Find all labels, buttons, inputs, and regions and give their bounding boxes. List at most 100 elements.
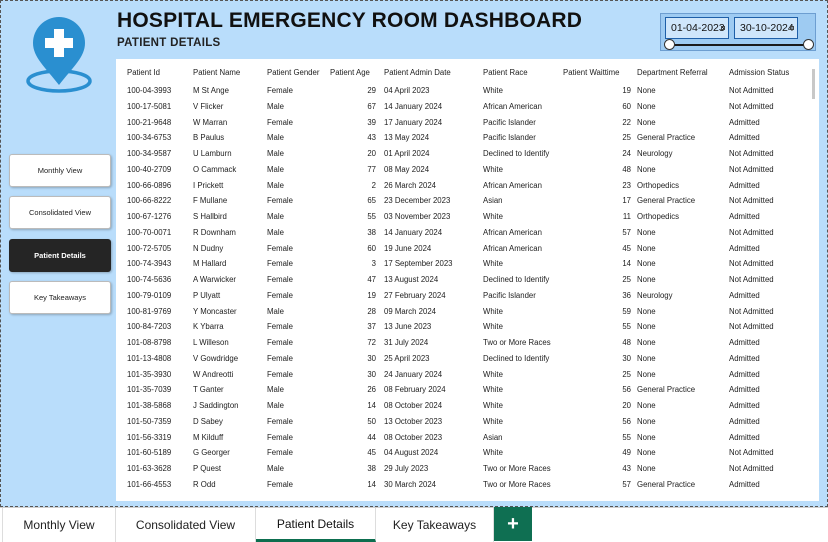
table-row[interactable]: 100-34-9587 U Lamburn Male 20 01 April 2024 D… (116, 148, 806, 164)
cell-admin-date: 03 November 2023 (384, 212, 451, 221)
cell-admin-date: 08 October 2024 (384, 401, 443, 410)
cell-admin-date: 13 August 2024 (384, 275, 439, 284)
cell-race: Pacific Islander (483, 290, 536, 300)
cell-patient-id: 101-35-3930 (127, 369, 172, 379)
table-row[interactable]: 101-38-5868 J Saddington Male 14 08 October … (116, 400, 806, 416)
table-row[interactable]: 100-66-0896 I Prickett Male 2 26 March 2024 A… (116, 180, 806, 196)
cell-race: White (483, 212, 503, 221)
nav-consolidated-view-button[interactable]: Consolidated View (9, 196, 111, 229)
table-row[interactable]: 100-66-8222 F Mullane Female 65 23 December … (116, 195, 806, 211)
calendar-icon[interactable] (790, 26, 794, 30)
cell-admission-status: Not Admitted (729, 322, 774, 332)
col-department-referral[interactable]: Department Referral (637, 68, 708, 77)
cell-admission-status: Admitted (729, 243, 760, 253)
cell-patient-id: 100-34-6753 (127, 133, 172, 143)
col-admission-status[interactable]: Admission Status (729, 68, 789, 77)
cell-department: None (637, 275, 656, 284)
add-page-button[interactable]: + (494, 507, 532, 541)
table-row[interactable]: 100-40-2709 O Cammack Male 77 08 May 2024 Whi… (116, 164, 806, 180)
calendar-icon[interactable] (721, 26, 725, 30)
col-admin-date[interactable]: Patient Admin Date (384, 68, 451, 77)
date-slider-track[interactable] (669, 44, 809, 46)
table-row[interactable]: 100-34-6753 B Paulus Male 43 13 May 2024 Paci… (116, 132, 806, 148)
nav-key-takeaways-button[interactable]: Key Takeaways (9, 281, 111, 314)
table-row[interactable]: 100-04-3993 M St Ange Female 29 04 April 202… (116, 85, 806, 101)
tab-monthly-view[interactable]: Monthly View (2, 508, 116, 542)
table-row[interactable]: 100-21-9648 W Marran Female 39 17 January 20… (116, 117, 806, 133)
table-row[interactable]: 100-81-9769 Y Moncaster Male 28 09 March 202… (116, 306, 806, 322)
end-date-value: 30-10-2024 (740, 22, 794, 34)
table-row[interactable]: 100-70-0071 R Downham Male 38 14 January 202… (116, 227, 806, 243)
start-date-value: 01-04-2023 (671, 22, 725, 34)
table-scrollbar[interactable] (812, 69, 815, 99)
cell-patient-name: V Flicker (193, 101, 224, 111)
cell-age: 50 (367, 416, 376, 426)
col-patient-gender[interactable]: Patient Gender (267, 68, 319, 77)
cell-admin-date: 08 October 2023 (384, 432, 443, 442)
cell-waittime: 57 (622, 227, 631, 237)
table-row[interactable]: 100-84-7203 K Ybarra Female 37 13 June 2023 W… (116, 321, 806, 337)
table-row[interactable]: 101-66-4553 R Odd Female 14 30 March 2024 Two… (116, 479, 806, 495)
slider-start-handle[interactable] (664, 39, 675, 50)
col-patient-id[interactable]: Patient Id (127, 68, 160, 77)
table-row[interactable]: 100-17-5081 V Flicker Male 67 14 January 202… (116, 101, 806, 117)
col-patient-name[interactable]: Patient Name (193, 68, 240, 77)
table-row[interactable]: 101-13-4808 V Gowdridge Female 30 25 April 2… (116, 353, 806, 369)
table-row[interactable]: 101-56-3319 M Kilduff Female 44 08 October 2… (116, 432, 806, 448)
tab-consolidated-view[interactable]: Consolidated View (116, 508, 256, 542)
cell-department: None (637, 353, 656, 363)
dashboard-title: HOSPITAL EMERGENCY ROOM DASHBOARD (117, 9, 583, 32)
cell-admission-status: Not Admitted (729, 464, 774, 473)
cell-patient-name: T Ganter (193, 385, 224, 395)
cell-race: Two or More Races (483, 338, 551, 347)
cell-admission-status: Admitted (729, 180, 760, 190)
start-date-input[interactable]: 01-04-2023 (665, 17, 729, 39)
tab-patient-details[interactable]: Patient Details (256, 508, 376, 542)
tab-key-takeaways[interactable]: Key Takeaways (376, 508, 494, 542)
cell-race: White (483, 416, 503, 426)
slider-end-handle[interactable] (803, 39, 814, 50)
cell-waittime: 17 (622, 196, 631, 206)
cell-department: None (637, 464, 656, 473)
col-waittime[interactable]: Patient Waittime (563, 68, 619, 77)
cell-admission-status: Admitted (729, 338, 760, 347)
table-row[interactable]: 100-74-5636 A Warwicker Female 47 13 August … (116, 274, 806, 290)
cell-patient-id: 100-72-5705 (127, 243, 172, 253)
cell-waittime: 25 (622, 275, 631, 284)
col-patient-age[interactable]: Patient Age (330, 68, 370, 77)
table-row[interactable]: 101-08-8798 L Willeson Female 72 31 July 202… (116, 337, 806, 353)
nav-monthly-view-button[interactable]: Monthly View (9, 154, 111, 187)
cell-waittime: 43 (622, 464, 631, 473)
date-range-slicer[interactable]: 01-04-2023 30-10-2024 (660, 13, 816, 51)
end-date-input[interactable]: 30-10-2024 (734, 17, 798, 39)
cell-patient-id: 100-34-9587 (127, 149, 172, 158)
cell-patient-name: M Kilduff (193, 432, 224, 442)
cell-patient-name: I Prickett (193, 180, 224, 190)
cell-race: White (483, 259, 503, 269)
col-patient-race[interactable]: Patient Race (483, 68, 528, 77)
table-row[interactable]: 100-67-1276 S Hallbird Male 55 03 November 2… (116, 211, 806, 227)
table-row[interactable]: 100-79-0109 P Ulyatt Female 19 27 February 2… (116, 290, 806, 306)
cell-patient-id: 100-70-0071 (127, 227, 172, 237)
table-row[interactable]: 101-63-3628 P Quest Male 38 29 July 2023 Two … (116, 463, 806, 479)
cell-waittime: 36 (622, 290, 631, 300)
nav-patient-details-button[interactable]: Patient Details (9, 239, 111, 272)
cell-patient-id: 101-38-5868 (127, 401, 172, 410)
table-row[interactable]: 100-74-3943 M Hallard Female 3 17 September … (116, 258, 806, 274)
cell-waittime: 56 (622, 416, 631, 426)
cell-age: 60 (367, 243, 376, 253)
table-row[interactable]: 101-35-7039 T Ganter Male 26 08 February 202… (116, 384, 806, 400)
cell-waittime: 11 (622, 212, 631, 221)
cell-race: African American (483, 243, 542, 253)
cell-admin-date: 13 October 2023 (384, 416, 443, 426)
cell-admin-date: 31 July 2024 (384, 338, 429, 347)
cell-department: None (637, 164, 656, 174)
cell-admission-status: Admitted (729, 479, 760, 489)
table-row[interactable]: 101-50-7359 D Sabey Female 50 13 October 202… (116, 416, 806, 432)
cell-department: None (637, 259, 656, 269)
cell-race: African American (483, 227, 542, 237)
table-row[interactable]: 100-72-5705 N Dudny Female 60 19 June 2024 Af… (116, 243, 806, 259)
table-row[interactable]: 101-35-3930 W Andreotti Female 30 24 January… (116, 369, 806, 385)
table-row[interactable]: 101-60-5189 G Georger Female 45 04 August 20… (116, 447, 806, 463)
cell-patient-name: K Ybarra (193, 322, 224, 332)
